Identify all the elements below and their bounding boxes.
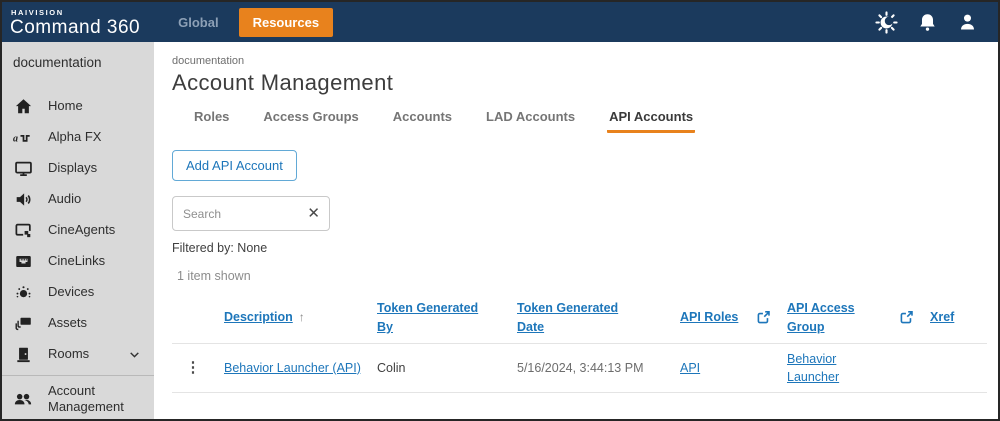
cinelinks-port-icon <box>13 252 33 272</box>
user-account-icon[interactable] <box>957 11 978 33</box>
sidebar-item-cineagents[interactable]: CineAgents <box>2 215 154 246</box>
page-title: Account Management <box>172 70 998 96</box>
sidebar-item-label: Displays <box>48 160 97 176</box>
sidebar-item-cinelinks[interactable]: CineLinks <box>2 246 154 277</box>
sidebar-item-alpha-fx[interactable]: a Alpha FX <box>2 122 154 153</box>
sidebar-item-label: Devices <box>48 284 94 300</box>
column-header-api-roles[interactable]: API Roles <box>680 308 739 327</box>
nav-item-resources[interactable]: Resources <box>239 8 333 37</box>
cell-description: Behavior Launcher (API) <box>224 359 377 377</box>
sidebar-item-label: Rooms <box>48 346 89 362</box>
sidebar-item-label: CineAgents <box>48 222 115 238</box>
display-icon <box>13 159 33 179</box>
api-access-group-link[interactable]: Behavior Launcher <box>787 352 839 384</box>
api-access-group-external-link-icon[interactable] <box>882 309 930 326</box>
api-roles-external-link-icon[interactable] <box>739 309 787 326</box>
svg-text:a: a <box>13 133 18 144</box>
brand-logo[interactable]: HAIVISION Command 360 <box>10 7 140 37</box>
nav-item-global[interactable]: Global <box>166 8 230 37</box>
filter-status: Filtered by: None <box>172 241 998 255</box>
sidebar-item-audio[interactable]: Audio <box>2 184 154 215</box>
tab-access-groups[interactable]: Access Groups <box>261 106 360 133</box>
tab-roles[interactable]: Roles <box>192 106 231 133</box>
tab-accounts[interactable]: Accounts <box>391 106 454 133</box>
notifications-bell-icon[interactable] <box>917 11 938 34</box>
column-header-link[interactable]: Xref <box>930 310 954 324</box>
theme-toggle-icon[interactable] <box>875 11 898 34</box>
brand-line1: HAIVISION <box>11 9 140 17</box>
items-shown-count: 1 item shown <box>177 269 998 283</box>
sidebar-nav: Home a Alpha FX <box>2 91 154 419</box>
speaker-icon <box>13 190 33 210</box>
sidebar-item-account-management[interactable]: Account Management <box>2 375 154 419</box>
top-bar: HAIVISION Command 360 Global Resources <box>2 2 998 42</box>
column-header-xref[interactable]: Xref <box>930 308 987 327</box>
alpha-fx-icon: a <box>13 128 33 148</box>
tab-lad-accounts[interactable]: LAD Accounts <box>484 106 577 133</box>
brand-line2: Command 360 <box>10 18 140 37</box>
api-role-link[interactable]: API <box>680 361 700 375</box>
column-header-api-access-group[interactable]: API Access Group <box>787 299 882 337</box>
table-header-row: Description ↑ Token Generated By Token Ge… <box>172 295 987 343</box>
sidebar-item-displays[interactable]: Displays <box>2 153 154 184</box>
breadcrumb: documentation <box>172 55 998 67</box>
cell-token-generated-date: 5/16/2024, 3:44:13 PM <box>517 359 680 377</box>
tab-bar: Roles Access Groups Accounts LAD Account… <box>172 106 998 133</box>
cell-api-roles: API <box>680 359 739 377</box>
chevron-down-icon[interactable] <box>128 348 144 361</box>
table-row: ⋮ Behavior Launcher (API) Colin 5/16/202… <box>172 343 987 393</box>
tab-api-accounts[interactable]: API Accounts <box>607 106 695 133</box>
sidebar-item-rooms[interactable]: Rooms <box>2 339 154 370</box>
sidebar-item-devices[interactable]: Devices <box>2 277 154 308</box>
assets-layers-icon <box>13 314 33 334</box>
sidebar-item-home[interactable]: Home <box>2 91 154 122</box>
column-header-link[interactable]: Token Generated By <box>377 299 495 337</box>
row-actions-kebab-icon[interactable]: ⋮ <box>172 357 224 379</box>
cell-api-access-group: Behavior Launcher <box>787 350 882 386</box>
main-content: documentation Account Management Roles A… <box>154 42 998 419</box>
sidebar-org-label: documentation <box>2 53 154 70</box>
column-header-link[interactable]: Token Generated Date <box>517 299 635 337</box>
devices-icon <box>13 283 33 303</box>
home-icon <box>13 97 33 117</box>
sidebar-item-assets[interactable]: Assets <box>2 308 154 339</box>
sidebar-item-label: Assets <box>48 315 87 331</box>
top-nav: Global Resources <box>166 8 333 37</box>
cell-token-generated-by: Colin <box>377 359 517 377</box>
sidebar: documentation Home a Alpha FX <box>2 42 154 419</box>
clear-search-icon[interactable]: ✕ <box>301 206 320 221</box>
sidebar-item-label: Home <box>48 98 83 114</box>
sidebar-item-label: Alpha FX <box>48 129 101 145</box>
column-header-link[interactable]: Description <box>224 310 293 324</box>
account-management-users-icon <box>13 389 33 409</box>
sidebar-item-label: CineLinks <box>48 253 105 269</box>
search-box: ✕ <box>172 196 330 231</box>
sidebar-item-label: Audio <box>48 191 81 207</box>
column-header-description[interactable]: Description ↑ <box>224 308 377 327</box>
sidebar-item-label: Account Management <box>48 383 144 416</box>
column-header-link[interactable]: API Roles <box>680 310 738 324</box>
add-api-account-button[interactable]: Add API Account <box>172 150 297 181</box>
column-header-token-generated-date[interactable]: Token Generated Date <box>517 299 680 337</box>
column-header-token-generated-by[interactable]: Token Generated By <box>377 299 517 337</box>
search-input[interactable] <box>183 207 301 221</box>
app-window: HAIVISION Command 360 Global Resources <box>0 0 1000 421</box>
sort-ascending-icon: ↑ <box>299 308 305 326</box>
description-link[interactable]: Behavior Launcher (API) <box>224 361 361 375</box>
topbar-icon-group <box>875 11 986 34</box>
cineagents-window-icon <box>13 221 33 241</box>
column-header-link[interactable]: API Access Group <box>787 301 855 334</box>
rooms-door-icon <box>13 345 33 365</box>
